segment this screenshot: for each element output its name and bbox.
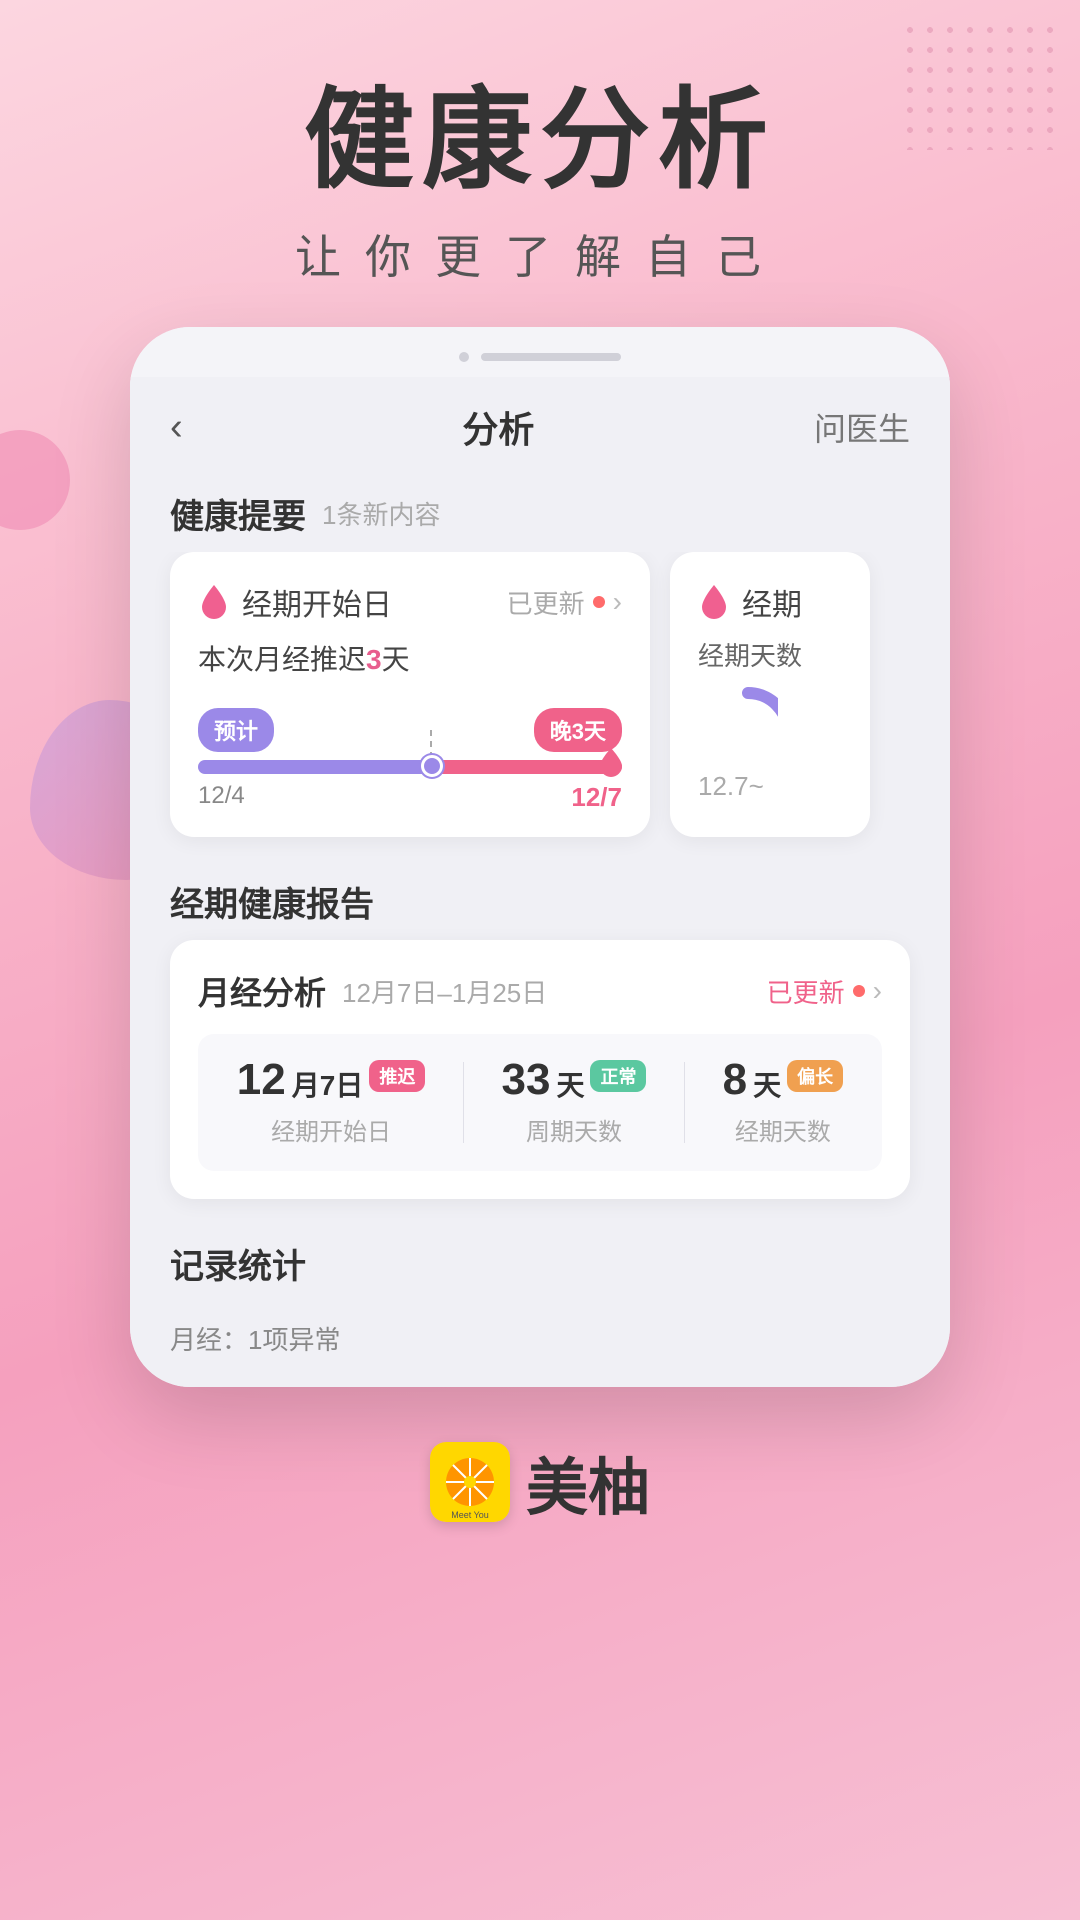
timeline-track: [198, 760, 622, 774]
stat-label-1: 经期开始日: [271, 1112, 391, 1147]
health-summary-section-header: 健康提要 1条新内容: [130, 469, 950, 552]
stat-badge-2: 正常: [590, 1060, 646, 1092]
health-summary-badge: 1条新内容: [322, 495, 440, 532]
period-report-title: 经期健康报告: [170, 877, 374, 926]
stat-period-days: 8 天 偏长 经期天数: [723, 1058, 844, 1147]
track-pink: [431, 760, 622, 774]
report-status-text: 已更新: [767, 973, 845, 1010]
brand-name-text: 美柚: [526, 1437, 650, 1527]
svg-text:Meet You: Meet You: [451, 1510, 489, 1520]
stat-cycle-days: 33 天 正常 周期天数: [502, 1058, 647, 1147]
card-side-header: 经期: [698, 580, 842, 624]
stat-value-period: 8: [723, 1058, 747, 1102]
timeline-labels: 预计 晚3天: [198, 708, 622, 752]
timeline: 预计 晚3天: [198, 698, 622, 813]
period-days-card[interactable]: 经期 经期天数 12.7~: [670, 552, 870, 837]
phone-camera-dot: [459, 352, 469, 362]
health-cards-scroll: 经期开始日 已更新 › 本次月经推迟3天 预计: [130, 552, 950, 857]
hero-title: 健康分析: [0, 80, 1080, 201]
pill-predicted: 预计: [198, 708, 274, 752]
report-status: 已更新 ›: [767, 973, 882, 1010]
ask-doctor-button[interactable]: 问医生: [814, 404, 910, 450]
app-content: ‹ 分析 问医生 健康提要 1条新内容 经期开始: [130, 377, 950, 1387]
stat-label-3: 经期天数: [735, 1112, 831, 1147]
track-purple: [198, 760, 431, 774]
card-header-left: 经期开始日: [198, 580, 392, 624]
report-status-dot: [853, 985, 865, 997]
period-report-section-header: 经期健康报告: [130, 857, 950, 940]
chevron-right-icon: ›: [613, 586, 622, 618]
delay-number: 3: [366, 644, 382, 675]
stat-period-start: 12 月7日 推迟 经期开始日: [237, 1058, 426, 1147]
stat-label-2: 周期天数: [526, 1112, 622, 1147]
record-section: 月经：1项异常: [130, 1302, 950, 1357]
phone-speaker-bar: [481, 353, 621, 361]
card-side-label: 经期: [742, 580, 802, 624]
stat-value-month: 12: [237, 1058, 286, 1102]
card-description: 本次月经推迟3天: [198, 638, 622, 678]
period-report-card[interactable]: 月经分析 12月7日–1月25日 已更新 › 12 月7日 推迟: [170, 940, 910, 1199]
drop-icon: [198, 583, 230, 621]
record-label: 月经：1项异常: [170, 1320, 910, 1357]
record-stats-title: 记录统计: [170, 1239, 306, 1288]
report-chevron-icon: ›: [873, 975, 882, 1007]
status-text: 已更新: [507, 584, 585, 621]
nav-title: 分析: [462, 401, 534, 453]
stat-value-row-1: 12 月7日 推迟: [237, 1058, 426, 1104]
hero-section: 健康分析 让你更了解自己: [0, 0, 1080, 327]
phone-mockup: ‹ 分析 问医生 健康提要 1条新内容 经期开始: [130, 327, 950, 1387]
date-right: 12/7: [571, 782, 622, 813]
stat-divider-1: [463, 1062, 464, 1143]
brand-logo: Meet You: [430, 1442, 510, 1522]
timeline-label-left: 预计: [198, 708, 274, 752]
stats-inner-card: 12 月7日 推迟 经期开始日 33 天 正常 周期天数: [198, 1034, 882, 1171]
stat-value-row-3: 8 天 偏长: [723, 1058, 844, 1104]
report-date-range: 12月7日–1月25日: [342, 973, 547, 1010]
stat-divider-2: [684, 1062, 685, 1143]
dashed-line: [430, 730, 432, 758]
report-card-title: 月经分析: [198, 968, 326, 1014]
health-summary-title: 健康提要: [170, 489, 306, 538]
report-header: 月经分析 12月7日–1月25日 已更新 ›: [198, 968, 882, 1014]
date-left: 12/4: [198, 782, 245, 813]
phone-topbar: [130, 327, 950, 377]
stat-unit-2: 天: [556, 1058, 584, 1104]
card-status: 已更新 ›: [507, 584, 622, 621]
card-side-chart: [698, 683, 778, 763]
card-header: 经期开始日 已更新 ›: [198, 580, 622, 624]
nav-bar: ‹ 分析 问医生: [130, 377, 950, 469]
stat-badge-3: 偏长: [787, 1060, 843, 1092]
stat-unit-3: 天: [753, 1058, 781, 1104]
card-side-value: 12.7~: [698, 771, 842, 802]
stat-unit-1: 月7日: [292, 1058, 364, 1104]
stat-value-cycle: 33: [502, 1058, 551, 1102]
stat-value-row-2: 33 天 正常: [502, 1058, 647, 1104]
track-drop-pink: [598, 746, 624, 783]
period-start-card[interactable]: 经期开始日 已更新 › 本次月经推迟3天 预计: [170, 552, 650, 837]
timeline-dates: 12/4 12/7: [198, 782, 622, 813]
report-header-left: 月经分析 12月7日–1月25日: [198, 968, 547, 1014]
stat-badge-1: 推迟: [369, 1060, 425, 1092]
drop-icon-side: [698, 583, 730, 621]
bottom-brand: Meet You 美柚: [0, 1387, 1080, 1587]
hero-subtitle: 让你更了解自己: [0, 221, 1080, 287]
status-dot: [593, 596, 605, 608]
card-side-sublabel: 经期天数: [698, 636, 842, 673]
record-stats-section-header: 记录统计: [130, 1219, 950, 1302]
back-button[interactable]: ‹: [170, 406, 183, 449]
card-label: 经期开始日: [242, 580, 392, 624]
pink-circle-decoration: [0, 430, 70, 530]
